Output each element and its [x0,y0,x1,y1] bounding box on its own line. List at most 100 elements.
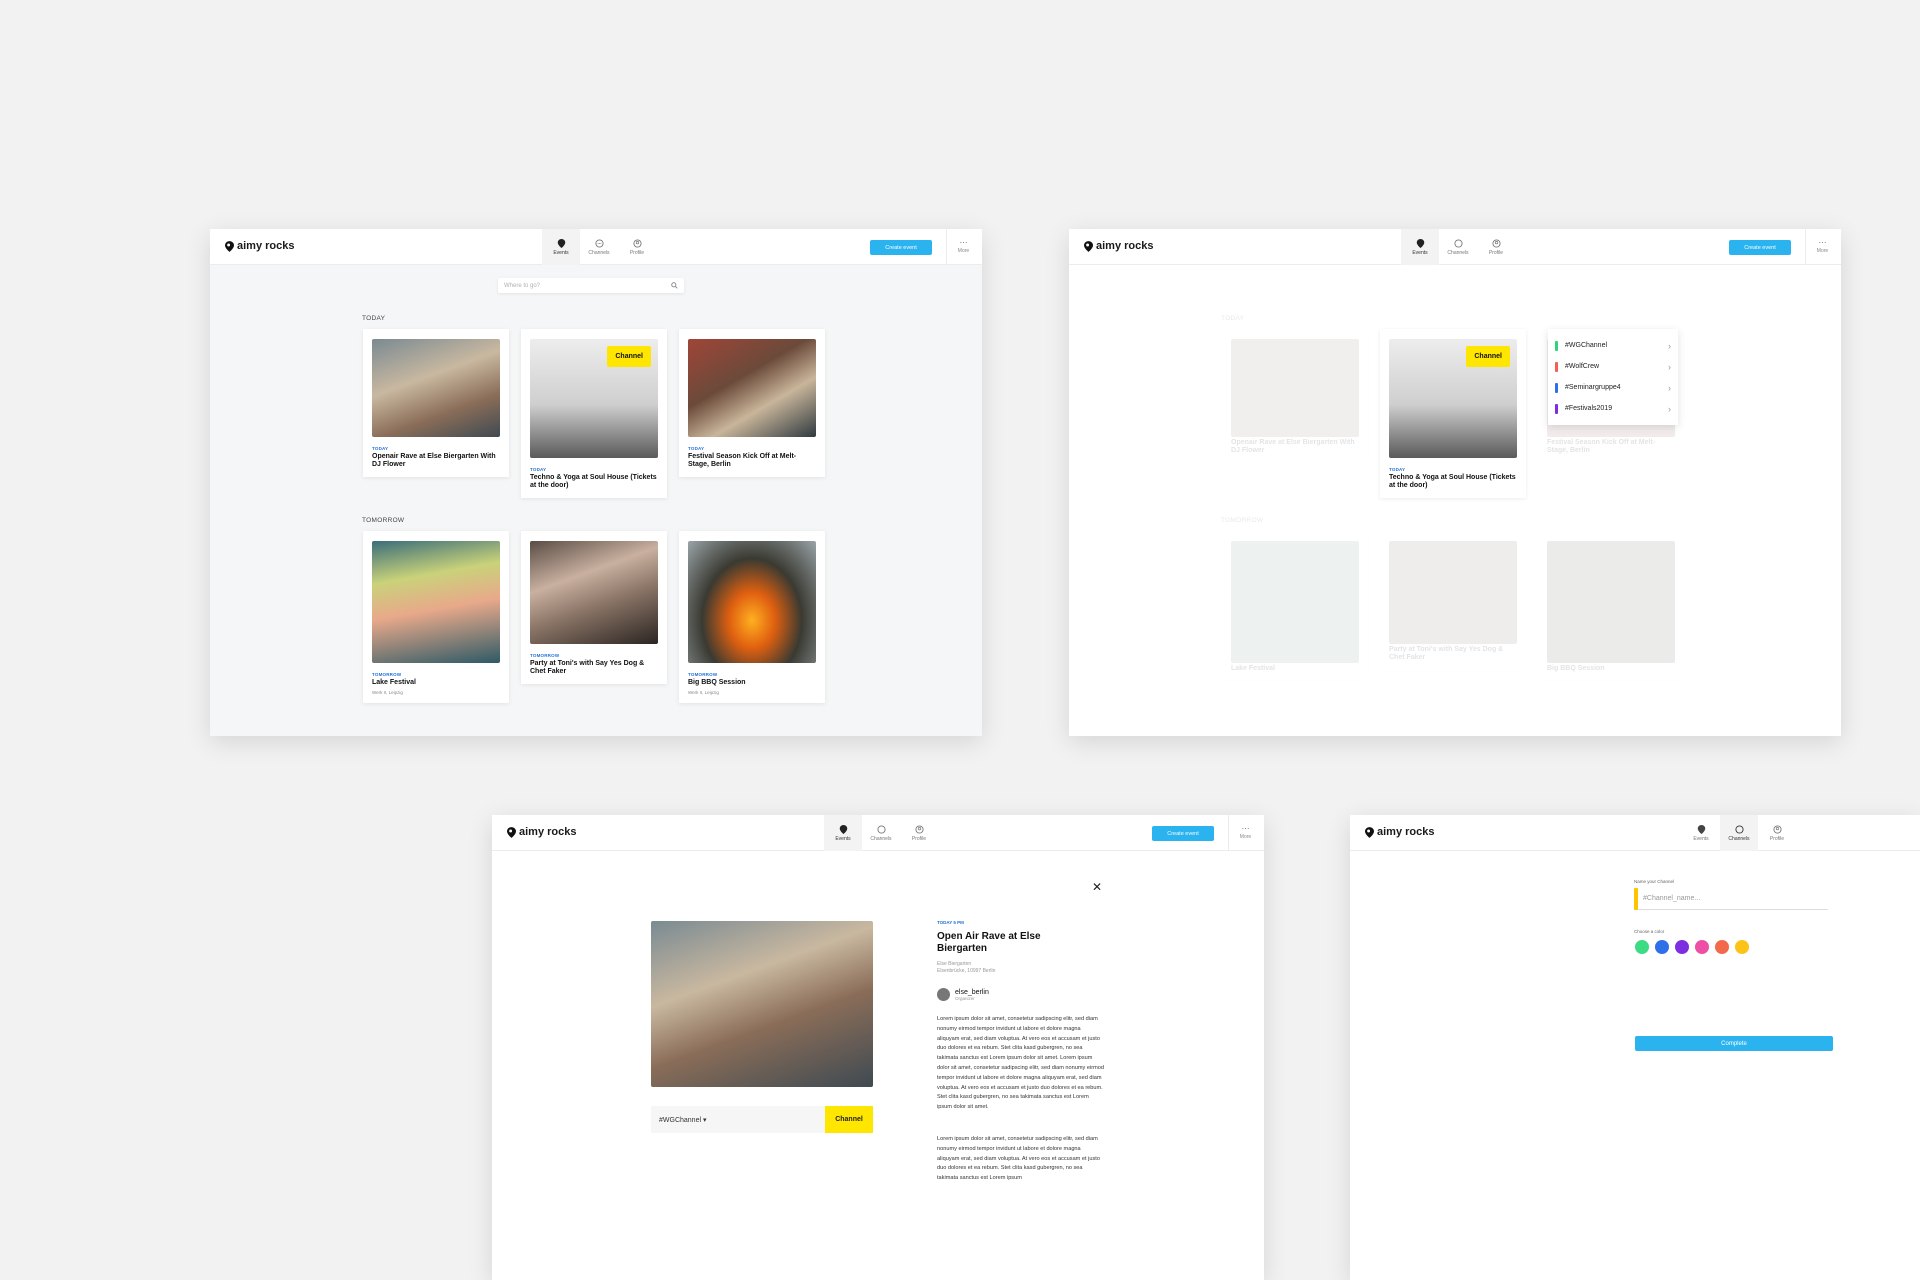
event-image: Channel [530,339,658,458]
more-menu[interactable]: ··· More [946,229,980,265]
create-event-button[interactable]: Create event [1729,240,1791,255]
channel-option[interactable]: #WGChannel › [1548,335,1678,356]
color-swatch-purple[interactable] [1675,940,1689,954]
event-image [372,541,500,663]
tab-channels[interactable]: Channels [1439,229,1477,265]
more-dots-icon: ··· [959,238,968,247]
event-card[interactable]: TODAY Festival Season Kick Off at Melt-S… [679,329,825,477]
chat-icon [1734,824,1744,834]
event-title: Openair Rave at Else Biergarten With DJ … [1231,439,1355,454]
event-day: TODAY [688,446,705,451]
user-icon [1772,824,1782,834]
tab-events-label: Events [1412,249,1428,256]
event-title: Big BBQ Session [1547,665,1605,672]
brand-name: aimy rocks [1096,240,1154,252]
channel-name-input[interactable]: #Channel_name... [1634,887,1828,910]
pin-icon [1697,824,1705,834]
channel-option[interactable]: #Festivals2019 › [1548,398,1678,419]
tab-events[interactable]: Events [542,229,580,265]
event-image [688,339,816,437]
color-picker [1635,940,1749,954]
today-label: TODAY [1221,315,1245,322]
channel-picker-screen: aimy rocks Events Channels Profile Creat… [1069,229,1841,736]
channel-name-label: Name your Channel [1634,879,1675,884]
color-swatch-blue[interactable] [1655,940,1669,954]
close-icon[interactable]: ✕ [1092,880,1102,894]
channel-option-label: #Seminargruppe4 [1565,384,1621,391]
event-detail-screen: aimy rocks Events Channels Profile Creat… [492,815,1264,1280]
search-input[interactable]: Where to go? [498,278,684,293]
color-swatch-yellow[interactable] [1735,940,1749,954]
today-label: TODAY [362,315,386,322]
channel-option[interactable]: #Seminargruppe4 › [1548,377,1678,398]
color-swatch-orange[interactable] [1715,940,1729,954]
channel-select[interactable]: #WGChannel ▾ Channel [651,1106,873,1133]
channel-option-label: #Festivals2019 [1565,405,1613,412]
tab-events[interactable]: Events [1401,229,1439,265]
event-image [1231,339,1359,437]
event-description: Lorem ipsum dolor sit amet, consetetur s… [937,1136,1100,1182]
brand-logo[interactable]: aimy rocks [507,826,576,838]
more-menu[interactable]: ··· More [1805,229,1839,265]
tab-channels[interactable]: Channels [1720,815,1758,851]
tab-events[interactable]: Events [824,815,862,851]
color-swatch-green[interactable] [1635,940,1649,954]
channel-badge[interactable]: Channel [1466,346,1510,367]
channel-option[interactable]: #WolfCrew › [1548,356,1678,377]
tomorrow-label: TOMORROW [362,517,405,524]
event-card[interactable]: TOMORROW Lake Festival Werk II, Leipzig [363,531,509,703]
event-card[interactable]: Channel TODAY Techno & Yoga at Soul Hous… [521,329,667,498]
event-card[interactable]: TOMORROW Big BBQ Session Werk II, Leipzi… [679,531,825,703]
event-image [372,339,500,437]
event-day: TOMORROW [530,653,560,658]
event-title: Big BBQ Session [688,679,746,686]
event-card[interactable]: TOMORROW Party at Toni's with Say Yes Do… [521,531,667,684]
chat-icon [876,824,886,834]
more-label: More [1816,248,1829,254]
pin-icon [1416,238,1424,248]
more-menu[interactable]: ··· More [1228,815,1262,851]
event-place: Else Biergarten Elsenbrücke, 10997 Berli… [937,961,995,975]
complete-button[interactable]: Complete [1635,1036,1833,1051]
event-image [1389,541,1517,644]
event-title: Festival Season Kick Off at Melt-Stage, … [688,453,797,468]
pin-icon [839,824,847,834]
brand-logo[interactable]: aimy rocks [225,240,294,252]
channel-badge[interactable]: Channel [607,346,651,367]
channel-option-label: #WolfCrew [1565,363,1600,370]
event-card: Big BBQ Session [1538,531,1684,681]
pin-icon [225,240,234,252]
tab-profile[interactable]: Profile [618,229,656,265]
event-card[interactable]: TODAY Openair Rave at Else Biergarten Wi… [363,329,509,477]
color-swatch-pink[interactable] [1695,940,1709,954]
brand-name: aimy rocks [519,826,577,838]
tab-channels[interactable]: Channels [862,815,900,851]
tab-profile[interactable]: Profile [900,815,938,851]
tab-channels[interactable]: Channels [580,229,618,265]
pin-icon [1084,240,1093,252]
pin-icon [507,826,516,838]
create-event-button[interactable]: Create event [1152,826,1214,841]
brand-logo[interactable]: aimy rocks [1084,240,1153,252]
event-day: TODAY [530,467,547,472]
user-icon [914,824,924,834]
event-image [688,541,816,663]
top-bar: aimy rocks Events Channels Profile Creat… [492,815,1264,851]
search-icon [671,282,678,289]
create-event-button[interactable]: Create event [870,240,932,255]
brand-name: aimy rocks [1377,826,1435,838]
main-nav: Events Channels Profile [824,815,938,851]
brand-logo[interactable]: aimy rocks [1365,826,1434,838]
event-card: Lake Festival [1222,531,1368,681]
pin-icon [1365,826,1374,838]
event-card-selected[interactable]: Channel TODAY Techno & Yoga at Soul Hous… [1380,329,1526,498]
event-location: Werk II, Leipzig [372,690,403,695]
share-to-channel-button[interactable]: Channel [825,1106,873,1133]
event-title: Lake Festival [372,679,416,686]
channel-option-label: #WGChannel [1565,342,1608,349]
organizer[interactable]: else_berlin Organizer [937,988,989,1001]
tab-events[interactable]: Events [1682,815,1720,851]
tab-profile[interactable]: Profile [1758,815,1796,851]
tab-profile[interactable]: Profile [1477,229,1515,265]
place-address: Elsenbrücke, 10997 Berlin [937,968,996,974]
